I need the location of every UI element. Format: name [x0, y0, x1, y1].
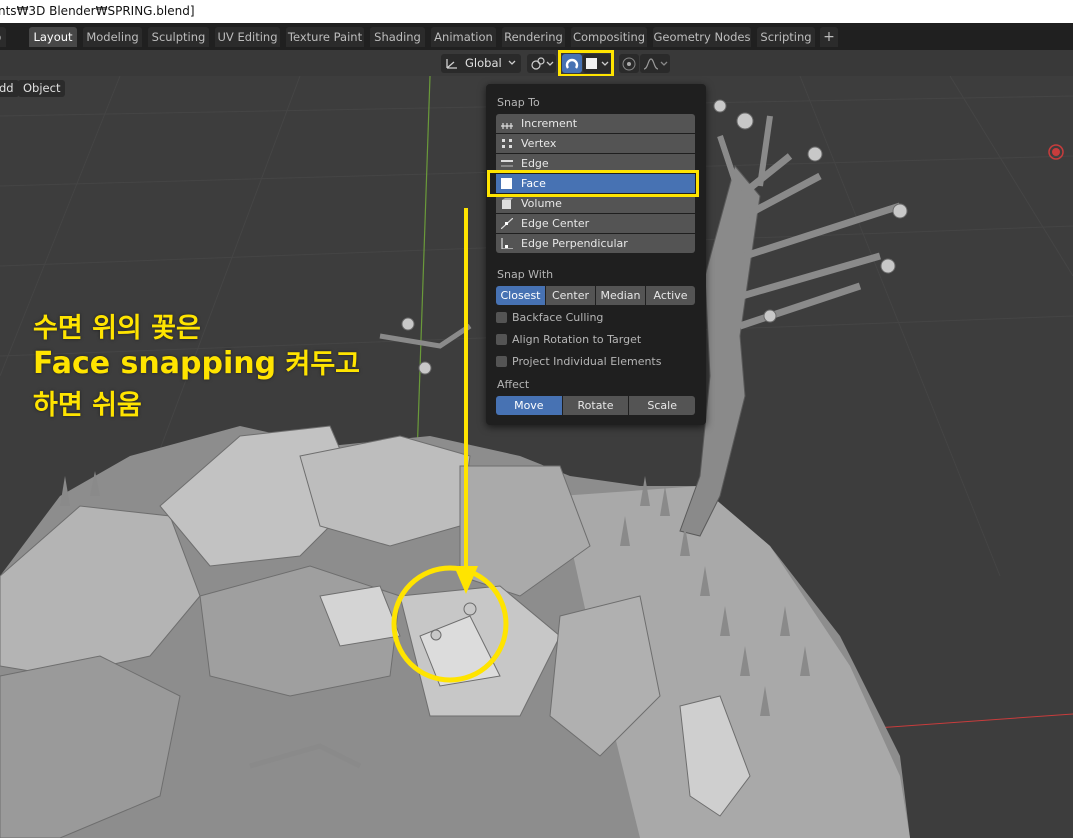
- face-snap-icon: [586, 58, 597, 69]
- tab-compositing-label: Compositing: [572, 30, 646, 44]
- snap-with-closest[interactable]: Closest: [496, 286, 545, 305]
- affect-segmented: Move Rotate Scale: [496, 396, 696, 415]
- checkbox-label: Align Rotation to Target: [512, 333, 642, 346]
- falloff-curve-icon: [643, 58, 659, 70]
- window-title: nts₩3D Blender₩SPRING.blend]: [0, 4, 195, 18]
- chevron-down-icon: [546, 61, 554, 66]
- orientation-axes-icon: [446, 59, 457, 69]
- add-workspace-button[interactable]: +: [820, 27, 838, 47]
- snap-item-edge-perpendicular[interactable]: Edge Perpendicular: [496, 234, 695, 253]
- snap-item-increment[interactable]: Increment: [496, 114, 695, 133]
- annotation-line-2: Face snapping 켜두고: [33, 346, 360, 388]
- workspace-tab-bar: p Layout Modeling Sculpting UV Editing T…: [0, 23, 1073, 50]
- snap-target-dropdown[interactable]: [583, 54, 611, 73]
- pivot-point-dropdown[interactable]: [527, 54, 556, 73]
- tab-animation[interactable]: Animation: [431, 27, 496, 47]
- proportional-edit-toggle[interactable]: [619, 54, 639, 73]
- snap-to-heading: Snap To: [497, 96, 540, 109]
- increment-icon: [501, 123, 513, 129]
- object-menu-button[interactable]: Object: [18, 80, 66, 97]
- chevron-down-icon: [601, 61, 609, 66]
- annotation-line-2-bold: Face snapping: [33, 346, 277, 381]
- proportional-falloff-dropdown[interactable]: [640, 54, 670, 73]
- volume-icon: [502, 198, 513, 209]
- checkbox-box: [496, 356, 507, 367]
- affect-scale[interactable]: Scale: [629, 396, 696, 415]
- snap-item-edge-center[interactable]: Edge Center: [496, 214, 695, 233]
- tab-uv-editing-label: UV Editing: [217, 30, 278, 44]
- magnet-icon: [565, 58, 579, 69]
- edge-center-icon: [501, 218, 513, 229]
- tab-geometry-nodes-label: Geometry Nodes: [653, 30, 751, 44]
- tab-partial-label: p: [0, 30, 1, 44]
- annotation-line-3: 하면 쉬움: [33, 390, 142, 421]
- add-workspace-label: +: [823, 29, 835, 45]
- object-menu-label: Object: [23, 81, 61, 95]
- align-rotation-checkbox[interactable]: Align Rotation to Target: [496, 333, 641, 347]
- edge-icon: [501, 160, 513, 167]
- edge-perpendicular-icon: [501, 238, 513, 249]
- snap-with-active[interactable]: Active: [646, 286, 695, 305]
- annotation-text: 수면 위의 꽃은 Face snapping 켜두고 하면 쉬움: [33, 312, 360, 424]
- pivot-icon: [531, 57, 545, 70]
- chevron-down-icon: [660, 61, 668, 66]
- snap-popover: Snap To Increment Vertex Edge Face Volum…: [486, 84, 706, 425]
- annotation-line-1: 수면 위의 꽃은: [33, 313, 201, 344]
- tab-rendering-label: Rendering: [504, 30, 563, 44]
- checkbox-box: [496, 334, 507, 345]
- tab-layout[interactable]: Layout: [29, 27, 77, 47]
- chevron-down-icon: [508, 60, 516, 65]
- tab-modeling[interactable]: Modeling: [83, 27, 142, 47]
- transform-orientation-dropdown[interactable]: Global: [441, 54, 521, 73]
- tab-scripting[interactable]: Scripting: [757, 27, 815, 47]
- affect-heading: Affect: [497, 378, 530, 391]
- add-menu-button[interactable]: dd: [0, 80, 19, 97]
- affect-rotate[interactable]: Rotate: [562, 396, 629, 415]
- checkbox-label: Backface Culling: [512, 311, 604, 324]
- snap-item-vertex[interactable]: Vertex: [496, 134, 695, 153]
- proportional-edit-icon: [622, 57, 636, 71]
- annotation-line-2-rest: 켜두고: [276, 349, 360, 380]
- tab-sculpting[interactable]: Sculpting: [148, 27, 209, 47]
- add-menu-label: dd: [0, 81, 14, 95]
- tab-geometry-nodes[interactable]: Geometry Nodes: [653, 27, 751, 47]
- snap-item-label: Increment: [521, 117, 578, 130]
- snap-with-segmented: Closest Center Median Active: [496, 286, 695, 305]
- backface-culling-checkbox[interactable]: Backface Culling: [496, 311, 603, 325]
- tab-modeling-label: Modeling: [86, 30, 139, 44]
- tab-rendering[interactable]: Rendering: [502, 27, 565, 47]
- snap-with-median[interactable]: Median: [596, 286, 645, 305]
- tab-partial[interactable]: p: [0, 27, 6, 47]
- snap-with-center[interactable]: Center: [546, 286, 595, 305]
- tab-animation-label: Animation: [434, 30, 493, 44]
- tab-texture-paint[interactable]: Texture Paint: [286, 27, 364, 47]
- snap-item-label: Vertex: [521, 137, 557, 150]
- project-individual-checkbox[interactable]: Project Individual Elements: [496, 355, 661, 369]
- tab-shading-label: Shading: [374, 30, 421, 44]
- tab-sculpting-label: Sculpting: [151, 30, 206, 44]
- affect-move[interactable]: Move: [496, 396, 562, 415]
- tab-texture-paint-label: Texture Paint: [287, 30, 363, 44]
- tab-scripting-label: Scripting: [760, 30, 812, 44]
- checkbox-box: [496, 312, 507, 323]
- tab-compositing[interactable]: Compositing: [571, 27, 647, 47]
- window-title-bar: nts₩3D Blender₩SPRING.blend]: [0, 0, 1073, 23]
- snap-with-heading: Snap With: [497, 268, 554, 281]
- tab-shading[interactable]: Shading: [370, 27, 425, 47]
- snap-item-label: Edge Center: [521, 217, 590, 230]
- face-highlight-box: [487, 170, 699, 197]
- transform-orientation-label: Global: [465, 56, 502, 70]
- viewport-header: Global: [0, 50, 1073, 77]
- checkbox-label: Project Individual Elements: [512, 355, 662, 368]
- tab-layout-label: Layout: [33, 30, 73, 44]
- tab-uv-editing[interactable]: UV Editing: [215, 27, 280, 47]
- vertex-icon: [502, 139, 512, 148]
- snap-toggle-button[interactable]: [562, 54, 582, 73]
- snap-item-label: Edge Perpendicular: [521, 237, 628, 250]
